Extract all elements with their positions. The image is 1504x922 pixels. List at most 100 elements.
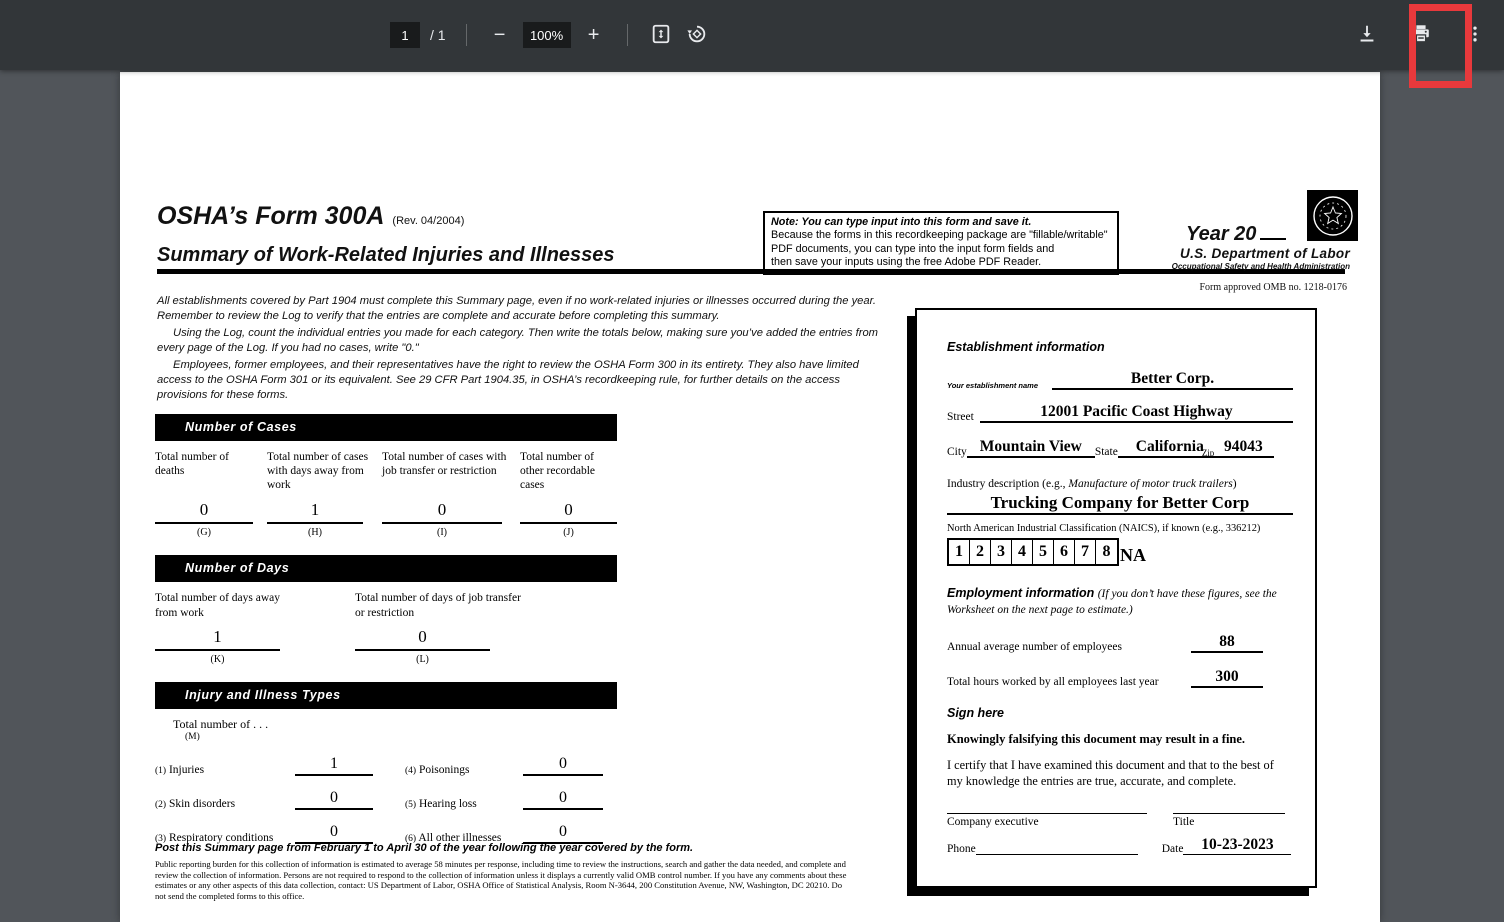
employees-label: Annual average number of employees xyxy=(947,641,1191,653)
page-number-input[interactable] xyxy=(390,22,420,48)
osha-subtitle: Occupational Safety and Health Administr… xyxy=(1172,262,1350,271)
types-code: (M) xyxy=(185,732,617,742)
cases-transfer-field[interactable]: 0 xyxy=(382,500,502,524)
title-label: Title xyxy=(1173,816,1285,828)
zoom-level-input[interactable]: 100% xyxy=(523,22,571,48)
company-executive-field[interactable] xyxy=(947,813,1147,814)
hours-row: Total hours worked by all employees last… xyxy=(947,668,1293,688)
skin-disorders-field[interactable]: 0 xyxy=(295,789,373,810)
sign-here-header: Sign here xyxy=(947,706,1293,720)
types-row: (2) Skin disorders 0 (5) Hearing loss 0 xyxy=(155,789,617,810)
naics-field[interactable]: 12345678 NA xyxy=(947,538,1293,566)
field-label: Total number of other recordable cases xyxy=(520,450,617,498)
number-of-cases-header: Number of Cases xyxy=(155,414,617,441)
intro-paragraphs: All establishments covered by Part 1904 … xyxy=(157,294,887,402)
types-row: (1) Injuries 1 (4) Poisonings 0 xyxy=(155,755,617,776)
days-transfer-field[interactable]: 0 xyxy=(355,627,490,651)
zip-field[interactable]: 94043 xyxy=(1212,438,1274,458)
print-button-highlight xyxy=(1409,4,1472,88)
page-count-label: / 1 xyxy=(430,27,446,43)
row-number: (5) xyxy=(405,800,416,810)
row-label: Skin disorders xyxy=(169,798,235,810)
field-label: Total number of days away from work xyxy=(155,591,295,625)
dol-title: U.S. Department of Labor xyxy=(1180,246,1350,261)
days-column-away: Total number of days away from work 1 (K… xyxy=(155,591,355,665)
days-column-transfer: Total number of days of job transfer or … xyxy=(355,591,555,665)
hours-field[interactable]: 300 xyxy=(1191,668,1263,688)
street-field[interactable]: 12001 Pacific Coast Highway xyxy=(980,403,1293,423)
field-label: Total number of cases with job transfer … xyxy=(382,450,520,498)
fit-page-icon xyxy=(650,23,672,48)
number-of-days-header: Number of Days xyxy=(155,555,617,582)
note-title: Note: You can type input into this form … xyxy=(771,216,1111,229)
injury-illness-types-header: Injury and Illness Types xyxy=(155,682,617,709)
row-label: Poisonings xyxy=(419,764,470,776)
date-field[interactable]: 10-23-2023 xyxy=(1183,836,1291,855)
number-of-cases-section: Number of Cases Total number of deaths 0… xyxy=(155,414,617,538)
form-title: OSHA’s Form 300A(Rev. 04/2004) xyxy=(157,202,464,231)
field-label: Total number of days of job transfer or … xyxy=(355,591,525,625)
poisonings-field[interactable]: 0 xyxy=(523,755,603,776)
other-illnesses-field[interactable]: 0 xyxy=(523,823,603,844)
download-button[interactable] xyxy=(1354,22,1380,48)
phone-label: Phone xyxy=(947,843,976,855)
rotate-icon xyxy=(686,23,708,48)
injuries-field[interactable]: 1 xyxy=(295,755,373,776)
column-code: (I) xyxy=(382,527,502,538)
row-number: (1) xyxy=(155,766,166,776)
certify-statement: I certify that I have examined this docu… xyxy=(947,758,1287,789)
employees-field[interactable]: 88 xyxy=(1191,633,1263,653)
title-field[interactable] xyxy=(1173,813,1285,814)
year-label: Year 20 xyxy=(1186,223,1256,245)
company-executive-label: Company executive xyxy=(947,816,1147,828)
hearing-loss-field[interactable]: 0 xyxy=(523,789,603,810)
state-label: State xyxy=(1095,446,1118,458)
street-label: Street xyxy=(947,411,974,423)
plus-icon: + xyxy=(588,25,600,45)
column-code: (G) xyxy=(155,527,253,538)
year-field[interactable]: Year 20 xyxy=(1186,216,1286,246)
zoom-in-button[interactable]: + xyxy=(581,22,607,48)
intro-paragraph: Using the Log, count the individual entr… xyxy=(157,326,887,355)
reporting-burden-text: Public reporting burden for this collect… xyxy=(155,859,849,901)
phone-field[interactable] xyxy=(976,854,1138,855)
types-intro: Total number of . . . xyxy=(173,717,617,732)
employment-header: Employment information (If you don’t hav… xyxy=(947,586,1293,618)
download-icon xyxy=(1356,23,1378,48)
types-row: (3) Respiratory conditions 0 (6) All oth… xyxy=(155,823,617,844)
employees-row: Annual average number of employees 88 xyxy=(947,633,1293,653)
form-revision: (Rev. 04/2004) xyxy=(392,215,464,227)
note-line: then save your inputs using the free Ado… xyxy=(771,256,1111,269)
fit-page-button[interactable] xyxy=(648,22,674,48)
signature-row: Company executive Title xyxy=(947,813,1293,828)
days-away-field[interactable]: 1 xyxy=(155,627,280,651)
naics-suffix: NA xyxy=(1120,545,1146,566)
establishment-name-field[interactable]: Better Corp. xyxy=(1052,370,1293,390)
column-code: (J) xyxy=(520,527,617,538)
cases-other-field[interactable]: 0 xyxy=(520,500,617,524)
intro-paragraph: All establishments covered by Part 1904 … xyxy=(157,294,887,323)
industry-description-field[interactable]: Trucking Company for Better Corp xyxy=(947,493,1293,515)
cases-column-deaths: Total number of deaths 0 (G) xyxy=(155,450,267,538)
falsifying-warning: Knowingly falsifying this document may r… xyxy=(947,732,1293,747)
minus-icon: − xyxy=(494,25,506,45)
injury-illness-types-section: Injury and Illness Types Total number of… xyxy=(155,682,617,844)
establishment-name-label: Your establishment name xyxy=(947,381,1038,390)
form-subtitle: Summary of Work-Related Injuries and Ill… xyxy=(157,244,615,267)
zoom-out-button[interactable]: − xyxy=(487,22,513,48)
number-of-days-section: Number of Days Total number of days away… xyxy=(155,555,617,665)
phone-date-row: Phone Date 10-23-2023 xyxy=(947,836,1293,855)
cases-days-away-field[interactable]: 1 xyxy=(267,500,363,524)
fillable-note-box: Note: You can type input into this form … xyxy=(763,211,1119,275)
respiratory-field[interactable]: 0 xyxy=(295,823,373,844)
city-field[interactable]: Mountain View xyxy=(967,438,1095,458)
note-line: Because the forms in this recordkeeping … xyxy=(771,229,1111,242)
field-label: Total number of deaths xyxy=(155,450,267,498)
year-blank-line xyxy=(1260,216,1286,240)
note-line: PDF documents, you can type into the inp… xyxy=(771,243,1111,256)
field-label: Total number of cases with days away fro… xyxy=(267,450,382,498)
toolbar-divider xyxy=(627,24,628,46)
total-deaths-field[interactable]: 0 xyxy=(155,500,253,524)
date-label: Date xyxy=(1162,843,1184,855)
rotate-button[interactable] xyxy=(684,22,710,48)
